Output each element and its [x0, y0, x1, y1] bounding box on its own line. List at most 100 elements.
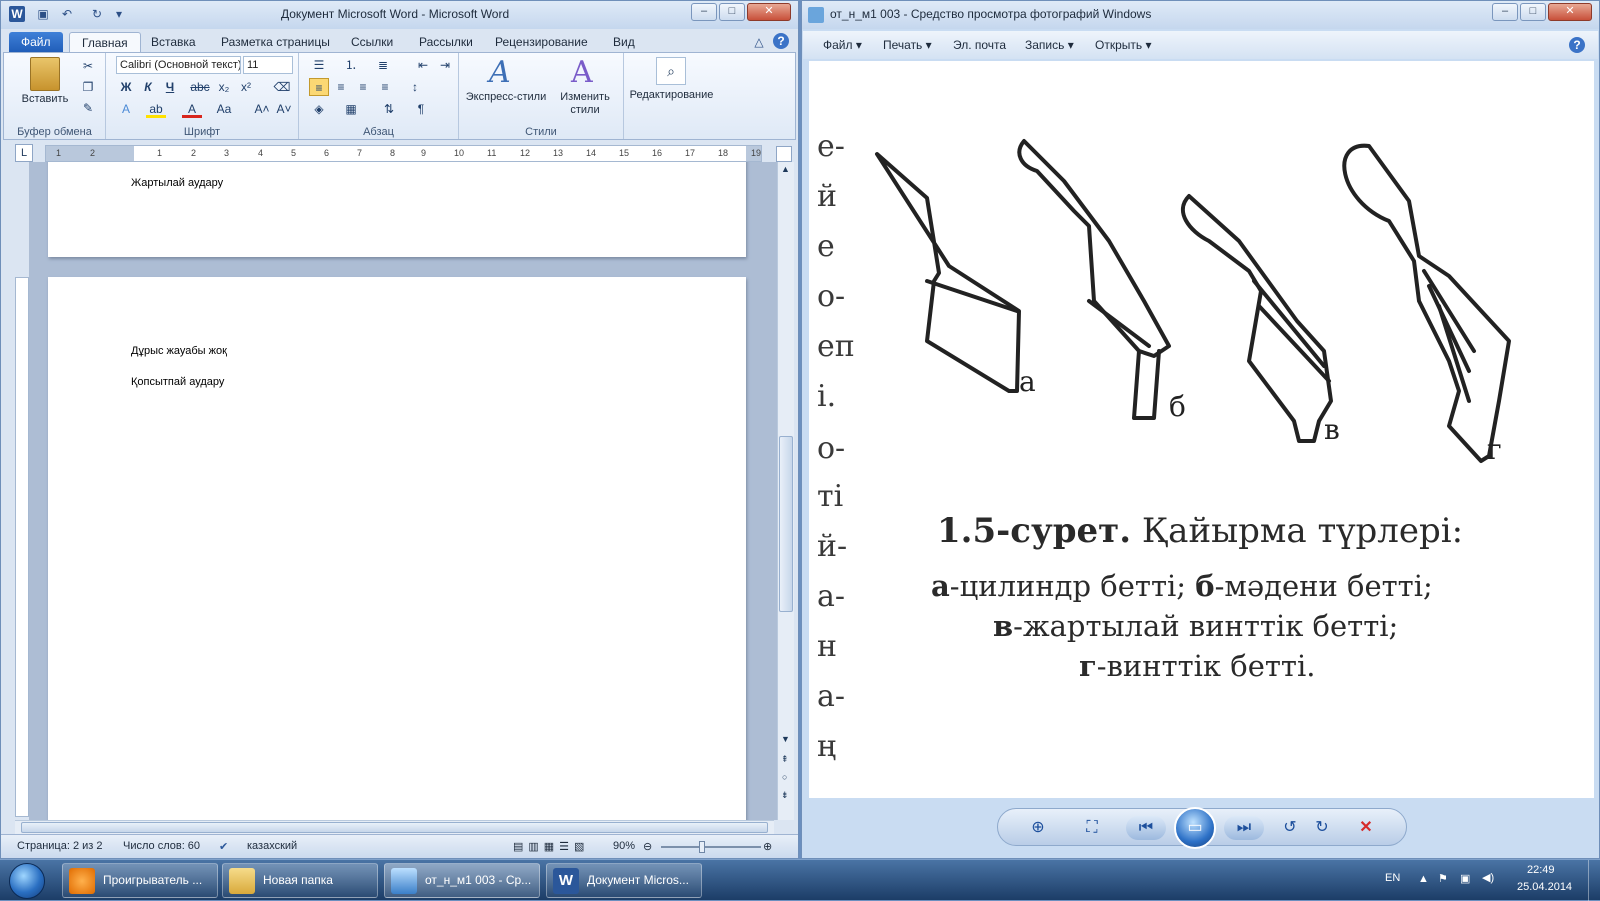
viewer-minimize-button[interactable]: –	[1492, 3, 1518, 21]
page2-line-1[interactable]: Дұрыс жауабы жоқ	[131, 345, 227, 357]
strikethrough-icon[interactable]: abc	[190, 78, 210, 96]
editing-button[interactable]: Редактирование	[624, 89, 719, 101]
page-count[interactable]: Страница: 2 из 2	[17, 840, 103, 852]
superscript-icon[interactable]: x²	[236, 78, 256, 96]
clock-time[interactable]: 22:49	[1527, 864, 1555, 876]
taskbar-item-photo-viewer[interactable]: от_н_м1 003 - Ср...	[384, 863, 540, 898]
tab-references[interactable]: Ссылки	[339, 32, 405, 53]
customize-qat-icon[interactable]: ▾	[111, 6, 127, 22]
view-ruler-icon[interactable]	[776, 146, 792, 162]
scroll-up-icon[interactable]: ▲	[781, 164, 790, 174]
align-left-icon[interactable]: ≡	[309, 78, 329, 96]
paste-icon[interactable]	[30, 57, 60, 91]
language-status[interactable]: казахский	[247, 840, 297, 852]
rotate-left-icon[interactable]: ↺	[1278, 816, 1302, 840]
quick-styles-icon[interactable]: A	[489, 55, 511, 90]
scroll-down-icon[interactable]: ▼	[781, 734, 790, 744]
highlight-icon[interactable]: ab	[146, 100, 166, 118]
tab-view[interactable]: Вид	[601, 32, 647, 53]
tab-home[interactable]: Главная	[69, 32, 141, 53]
save-icon[interactable]: ▣	[35, 6, 51, 22]
numbering-icon[interactable]: ⒈	[341, 56, 361, 74]
tab-review[interactable]: Рецензирование	[483, 32, 600, 53]
zoom-slider[interactable]	[661, 846, 761, 848]
zoom-icon[interactable]: ⊕	[1026, 816, 1050, 840]
next-page-icon[interactable]: ⇟	[781, 790, 789, 801]
page2-line-2[interactable]: Қопсытпай аудару	[131, 376, 224, 388]
format-painter-icon[interactable]: ✎	[78, 99, 98, 117]
cut-icon[interactable]: ✂	[78, 57, 98, 75]
show-desktop-button[interactable]	[1588, 860, 1600, 901]
menu-file[interactable]: Файл ▾	[823, 38, 862, 52]
collapse-ribbon-icon[interactable]: △	[751, 34, 767, 50]
view-buttons[interactable]: ▤▥▦☰▧	[513, 840, 589, 853]
zoom-out-icon[interactable]: ⊖	[643, 840, 652, 853]
bold-icon[interactable]: Ж	[116, 78, 136, 96]
align-center-icon[interactable]: ≡	[331, 78, 351, 96]
show-marks-icon[interactable]: ¶	[411, 100, 431, 118]
font-size-combo[interactable]: 11	[243, 56, 293, 74]
redo-icon[interactable]: ↻	[89, 6, 105, 22]
tab-file[interactable]: Файл	[9, 32, 63, 53]
shading-icon[interactable]: ◈	[309, 100, 329, 118]
zoom-in-icon[interactable]: ⊕	[763, 840, 772, 853]
delete-icon[interactable]: ✕	[1354, 816, 1378, 840]
zoom-slider-thumb[interactable]	[699, 841, 705, 853]
change-case-icon[interactable]: Aa	[214, 100, 234, 118]
paste-button[interactable]: Вставить	[18, 93, 72, 105]
bullets-icon[interactable]: ☰	[309, 56, 329, 74]
decrease-indent-icon[interactable]: ⇤	[413, 56, 433, 74]
language-indicator[interactable]: EN	[1385, 872, 1400, 884]
change-styles-label-1[interactable]: Изменить	[555, 91, 615, 103]
show-hidden-icons-icon[interactable]: ▲	[1418, 873, 1429, 885]
menu-email[interactable]: Эл. почта	[953, 38, 1006, 52]
underline-icon[interactable]: Ч	[160, 78, 180, 96]
viewer-close-button[interactable]: ✕	[1548, 3, 1592, 21]
maximize-button[interactable]: □	[719, 3, 745, 21]
line-spacing-icon[interactable]: ↕	[405, 78, 425, 96]
hscroll-thumb[interactable]	[21, 822, 768, 833]
increase-indent-icon[interactable]: ⇥	[435, 56, 455, 74]
viewer-maximize-button[interactable]: □	[1520, 3, 1546, 21]
borders-icon[interactable]: ▦	[341, 100, 361, 118]
zoom-level[interactable]: 90%	[613, 840, 635, 852]
italic-icon[interactable]: К	[138, 78, 158, 96]
sort-icon[interactable]: ⇅	[379, 100, 399, 118]
font-name-combo[interactable]: Calibri (Основной текст)	[116, 56, 241, 74]
help-icon[interactable]: ?	[773, 33, 789, 49]
clock-date[interactable]: 25.04.2014	[1517, 881, 1572, 893]
tab-insert[interactable]: Вставка	[139, 32, 208, 53]
text-effects-icon[interactable]: A	[116, 100, 136, 118]
network-icon[interactable]: ▣	[1460, 872, 1470, 885]
word-app-icon[interactable]: W	[9, 6, 25, 22]
change-styles-icon[interactable]: A	[571, 55, 593, 90]
horizontal-scrollbar[interactable]	[15, 820, 774, 834]
start-button[interactable]	[3, 860, 49, 901]
quick-styles-button[interactable]: Экспресс-стили	[463, 91, 549, 103]
proofing-icon[interactable]: ✔	[219, 840, 228, 853]
vertical-scrollbar[interactable]: ▲ ▼ ⇞ ○ ⇟	[777, 162, 794, 820]
subscript-icon[interactable]: x₂	[214, 78, 234, 96]
taskbar-item-folder[interactable]: Новая папка	[222, 863, 378, 898]
vertical-ruler[interactable]	[15, 277, 29, 817]
tab-selector[interactable]: L	[15, 144, 33, 162]
shrink-font-icon[interactable]: A˅	[274, 100, 294, 118]
align-right-icon[interactable]: ≡	[353, 78, 373, 96]
rotate-right-icon[interactable]: ↻	[1310, 816, 1334, 840]
previous-icon[interactable]: ⏮	[1126, 816, 1166, 840]
justify-icon[interactable]: ≡	[375, 78, 395, 96]
prev-page-icon[interactable]: ⇞	[781, 754, 789, 765]
browse-object-icon[interactable]: ○	[782, 772, 787, 782]
scroll-thumb[interactable]	[779, 436, 793, 612]
close-button[interactable]: ✕	[747, 3, 791, 21]
undo-icon[interactable]: ↶	[59, 6, 75, 22]
minimize-button[interactable]: –	[691, 3, 717, 21]
taskbar-item-media-player[interactable]: Проигрыватель ...	[62, 863, 218, 898]
next-icon[interactable]: ⏭	[1224, 816, 1264, 840]
actual-size-icon[interactable]: ⛶	[1080, 816, 1104, 840]
tab-page-layout[interactable]: Разметка страницы	[209, 32, 342, 53]
clear-format-icon[interactable]: ⌫	[272, 78, 292, 96]
grow-font-icon[interactable]: A˄	[252, 100, 272, 118]
menu-open[interactable]: Открыть ▾	[1095, 38, 1152, 52]
word-count[interactable]: Число слов: 60	[123, 840, 200, 852]
